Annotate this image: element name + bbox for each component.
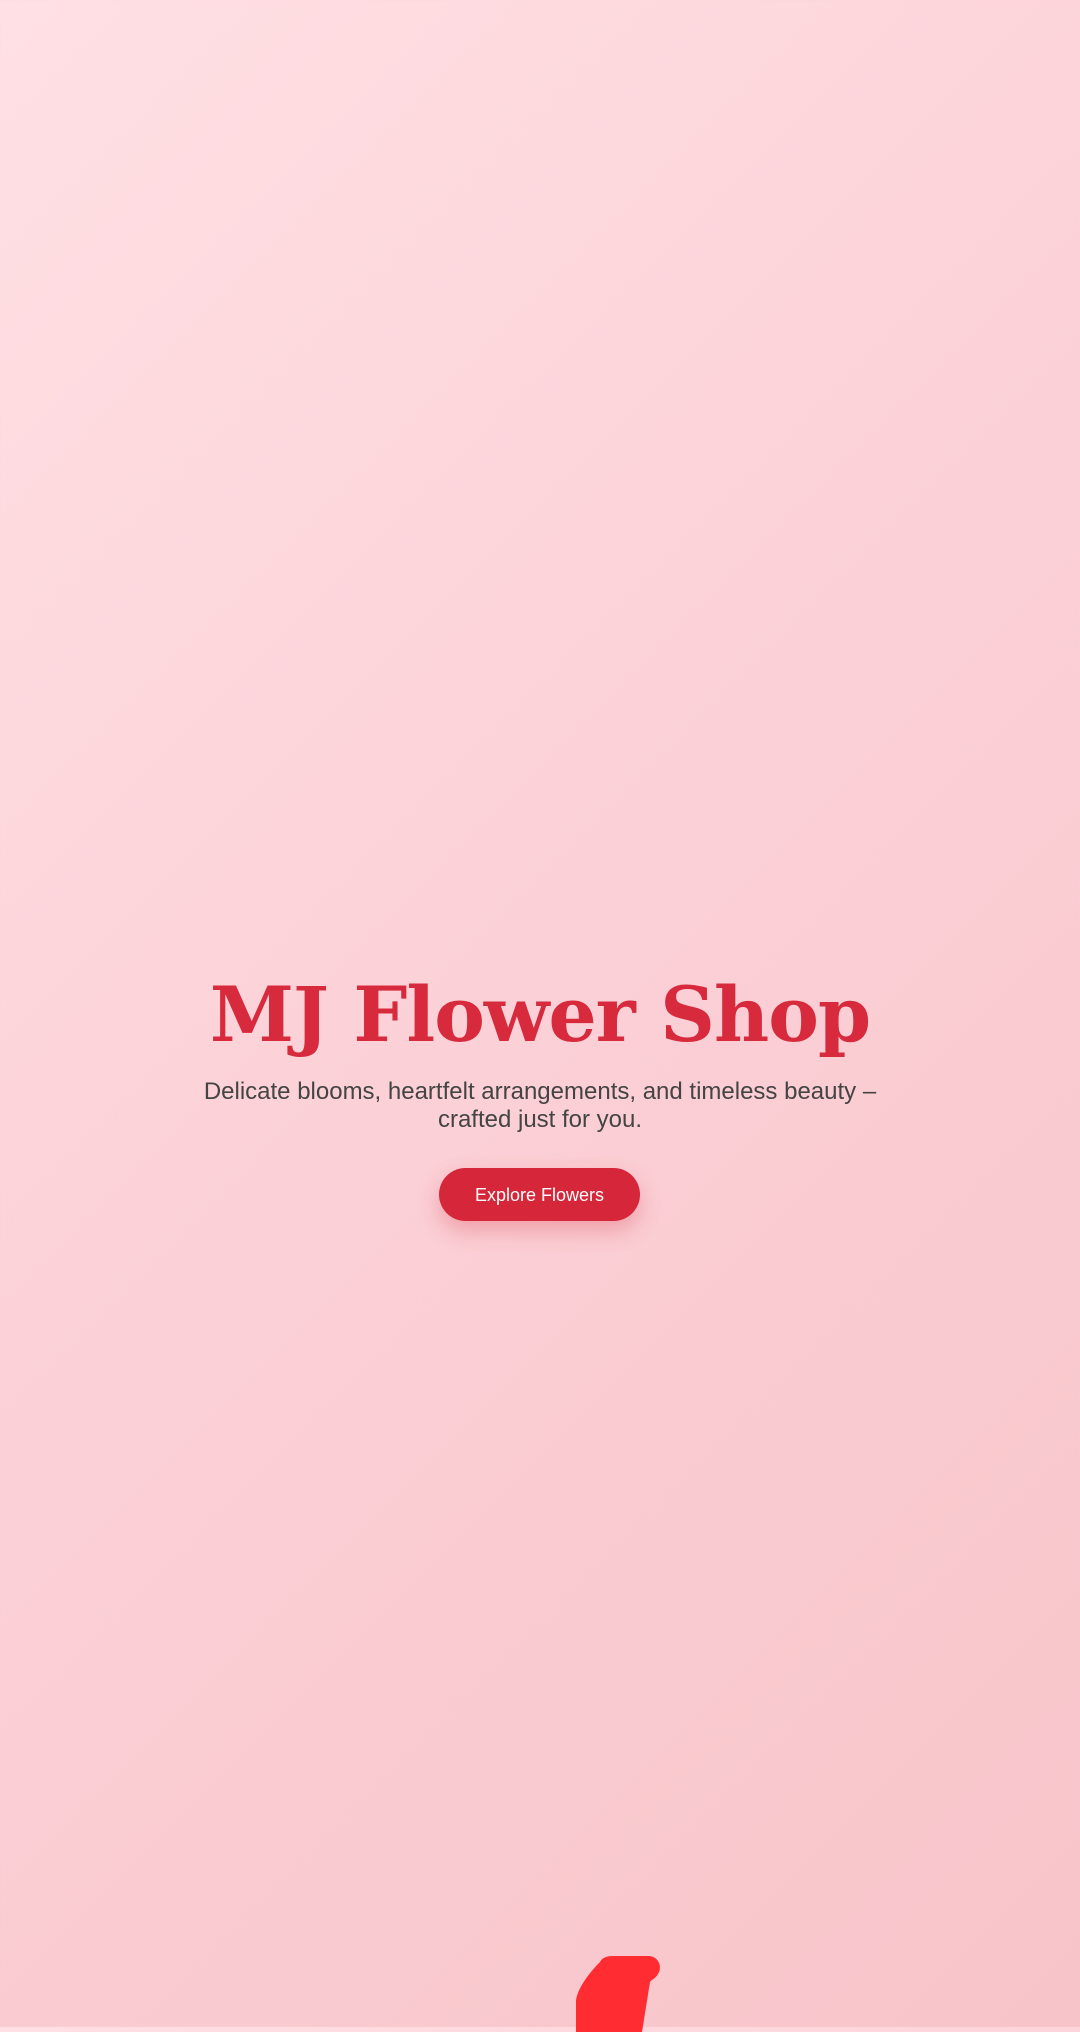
page-title: MJ Flower Shop	[209, 970, 871, 1059]
hero-subtitle: Delicate blooms, heartfelt arrangements,…	[203, 1078, 877, 1133]
hero-section: MJ Flower Shop Delicate blooms, heartfel…	[0, 0, 1080, 2027]
petal-icon	[576, 1956, 660, 2032]
explore-flowers-button[interactable]: Explore Flowers	[439, 1168, 640, 1221]
